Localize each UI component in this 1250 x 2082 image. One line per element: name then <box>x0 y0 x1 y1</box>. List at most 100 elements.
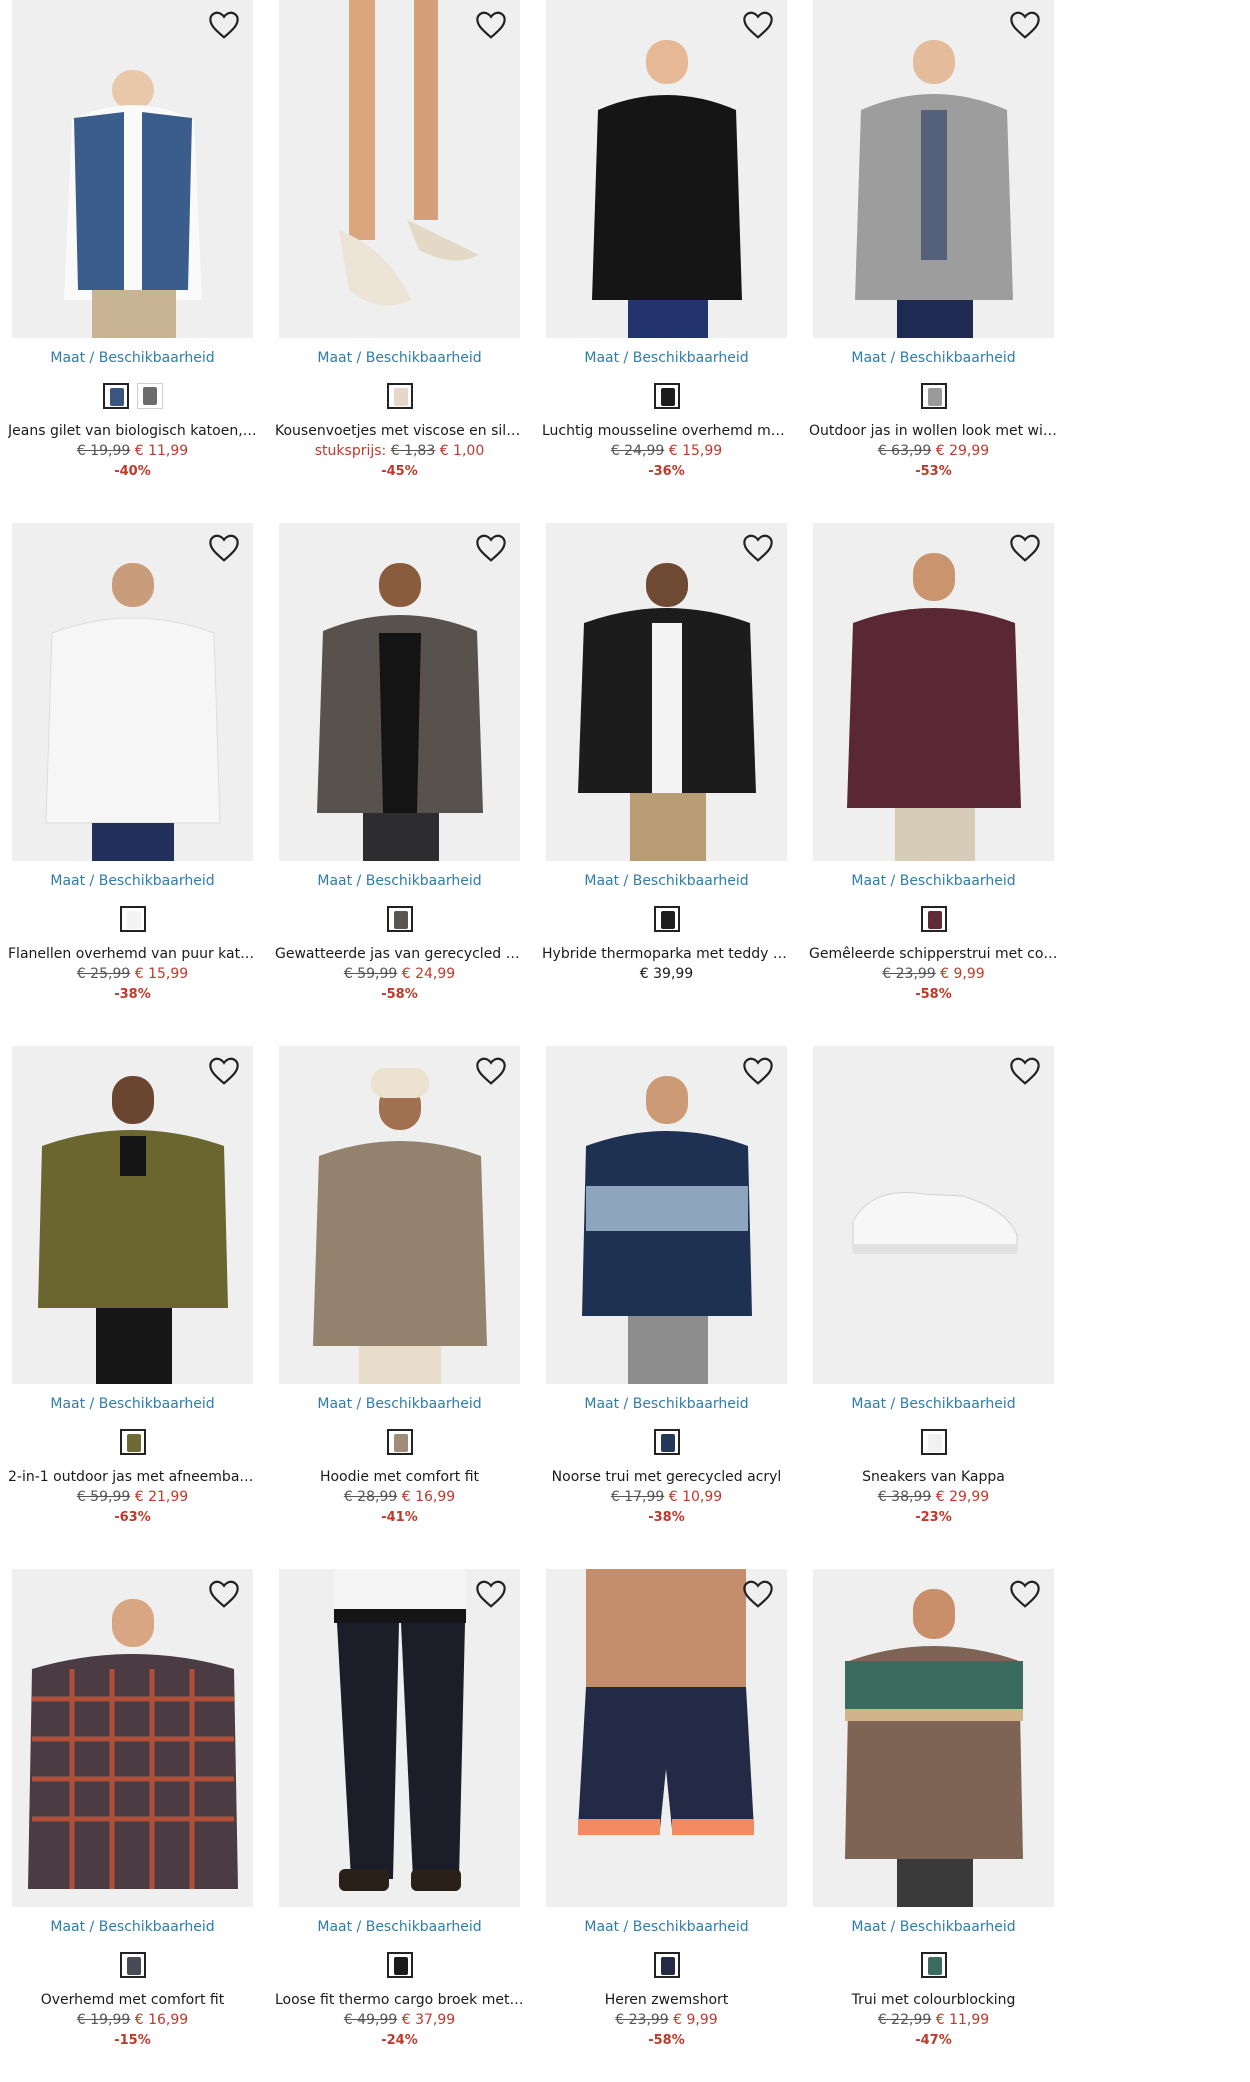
color-swatches <box>546 1429 787 1455</box>
current-price: € 29,99 <box>935 443 990 459</box>
product-name[interactable]: Jeans gilet van biologisch katoen, r… <box>8 423 257 439</box>
wishlist-heart-icon[interactable] <box>1008 1056 1042 1086</box>
product-name[interactable]: Outdoor jas in wollen look met win… <box>809 423 1058 439</box>
product-name[interactable]: Loose fit thermo cargo broek met t… <box>275 1992 524 2008</box>
product-name[interactable]: Gemêleerde schipperstrui met com… <box>809 946 1058 962</box>
color-swatch[interactable] <box>920 383 947 409</box>
product-image[interactable] <box>279 1569 520 1907</box>
product-name[interactable]: Trui met colourblocking <box>809 1992 1058 2008</box>
price-line: € 19,99 € 11,99 <box>12 443 253 459</box>
swatch-thumbnail <box>927 1957 942 1975</box>
discount-badge: -63% <box>114 1510 151 1525</box>
product-image[interactable] <box>279 1046 520 1384</box>
wishlist-heart-icon[interactable] <box>474 533 508 563</box>
product-name[interactable]: Kousenvoetjes met viscose en silico… <box>275 423 524 439</box>
color-swatch[interactable] <box>136 383 163 409</box>
size-availability-link[interactable]: Maat / Beschikbaarheid <box>546 350 787 366</box>
product-image[interactable] <box>813 0 1054 338</box>
wishlist-heart-icon[interactable] <box>741 533 775 563</box>
color-swatch[interactable] <box>386 383 413 409</box>
size-availability-link[interactable]: Maat / Beschikbaarheid <box>12 1919 253 1935</box>
wishlist-heart-icon[interactable] <box>1008 10 1042 40</box>
wishlist-heart-icon[interactable] <box>474 1056 508 1086</box>
size-availability-link[interactable]: Maat / Beschikbaarheid <box>279 1396 520 1412</box>
color-swatches <box>546 1952 787 1978</box>
product-name[interactable]: 2-in-1 outdoor jas met afneembare … <box>8 1469 257 1485</box>
product-name[interactable]: Hoodie met comfort fit <box>275 1469 524 1485</box>
wishlist-heart-icon[interactable] <box>207 10 241 40</box>
size-availability-link[interactable]: Maat / Beschikbaarheid <box>12 873 253 889</box>
size-availability-link[interactable]: Maat / Beschikbaarheid <box>12 1396 253 1412</box>
product-photo <box>317 563 483 861</box>
swatch-thumbnail <box>393 1434 408 1452</box>
product-photo <box>592 40 742 338</box>
current-price: € 1,00 <box>439 443 485 459</box>
size-availability-link[interactable]: Maat / Beschikbaarheid <box>546 873 787 889</box>
wishlist-heart-icon[interactable] <box>1008 1579 1042 1609</box>
product-name[interactable]: Luchtig mousseline overhemd met l… <box>542 423 791 439</box>
size-availability-link[interactable]: Maat / Beschikbaarheid <box>546 1396 787 1412</box>
color-swatch[interactable] <box>119 1952 146 1978</box>
wishlist-heart-icon[interactable] <box>741 10 775 40</box>
wishlist-heart-icon[interactable] <box>207 533 241 563</box>
color-swatch[interactable] <box>386 1952 413 1978</box>
product-name[interactable]: Flanellen overhemd van puur katoe… <box>8 946 257 962</box>
product-image[interactable] <box>279 0 520 338</box>
product-image[interactable] <box>279 523 520 861</box>
color-swatch[interactable] <box>920 1952 947 1978</box>
product-name[interactable]: Heren zwemshort <box>542 1992 791 2008</box>
color-swatch[interactable] <box>653 906 680 932</box>
color-swatch[interactable] <box>920 906 947 932</box>
size-availability-link[interactable]: Maat / Beschikbaarheid <box>546 1919 787 1935</box>
size-availability-link[interactable]: Maat / Beschikbaarheid <box>813 350 1054 366</box>
color-swatch[interactable] <box>653 383 680 409</box>
wishlist-heart-icon[interactable] <box>741 1056 775 1086</box>
wishlist-heart-icon[interactable] <box>207 1056 241 1086</box>
color-swatch[interactable] <box>119 906 146 932</box>
wishlist-heart-icon[interactable] <box>207 1579 241 1609</box>
product-image[interactable] <box>12 1046 253 1384</box>
color-swatch[interactable] <box>386 906 413 932</box>
swatch-thumbnail <box>927 1434 942 1452</box>
color-swatch[interactable] <box>102 383 129 409</box>
size-availability-link[interactable]: Maat / Beschikbaarheid <box>279 1919 520 1935</box>
color-swatch[interactable] <box>386 1429 413 1455</box>
product-name[interactable]: Noorse trui met gerecycled acryl <box>542 1469 791 1485</box>
product-name[interactable]: Overhemd met comfort fit <box>8 1992 257 2008</box>
color-swatches <box>279 383 520 409</box>
current-price: € 39,99 <box>639 966 694 982</box>
color-swatch[interactable] <box>920 1429 947 1455</box>
size-availability-link[interactable]: Maat / Beschikbaarheid <box>279 350 520 366</box>
current-price: € 10,99 <box>668 1489 723 1505</box>
color-swatch[interactable] <box>653 1952 680 1978</box>
product-image[interactable] <box>813 1046 1054 1384</box>
product-image[interactable] <box>546 523 787 861</box>
product-image[interactable] <box>12 1569 253 1907</box>
size-availability-link[interactable]: Maat / Beschikbaarheid <box>813 1919 1054 1935</box>
size-availability-link[interactable]: Maat / Beschikbaarheid <box>12 350 253 366</box>
product-image[interactable] <box>12 0 253 338</box>
product-photo <box>845 1589 1023 1907</box>
size-availability-link[interactable]: Maat / Beschikbaarheid <box>279 873 520 889</box>
wishlist-heart-icon[interactable] <box>474 1579 508 1609</box>
product-name[interactable]: Sneakers van Kappa <box>809 1469 1058 1485</box>
wishlist-heart-icon[interactable] <box>1008 533 1042 563</box>
product-name[interactable]: Hybride thermoparka met teddy vo… <box>542 946 791 962</box>
old-price: € 25,99 <box>76 966 131 982</box>
color-swatch[interactable] <box>653 1429 680 1455</box>
product-photo <box>847 553 1021 861</box>
wishlist-heart-icon[interactable] <box>741 1579 775 1609</box>
product-image[interactable] <box>546 1569 787 1907</box>
product-image[interactable] <box>12 523 253 861</box>
product-image[interactable] <box>813 1569 1054 1907</box>
product-photo <box>64 70 202 338</box>
size-availability-link[interactable]: Maat / Beschikbaarheid <box>813 873 1054 889</box>
product-image[interactable] <box>546 1046 787 1384</box>
size-availability-link[interactable]: Maat / Beschikbaarheid <box>813 1396 1054 1412</box>
current-price: € 15,99 <box>668 443 723 459</box>
product-image[interactable] <box>813 523 1054 861</box>
product-image[interactable] <box>546 0 787 338</box>
product-name[interactable]: Gewatteerde jas van gerecycled po… <box>275 946 524 962</box>
wishlist-heart-icon[interactable] <box>474 10 508 40</box>
color-swatch[interactable] <box>119 1429 146 1455</box>
